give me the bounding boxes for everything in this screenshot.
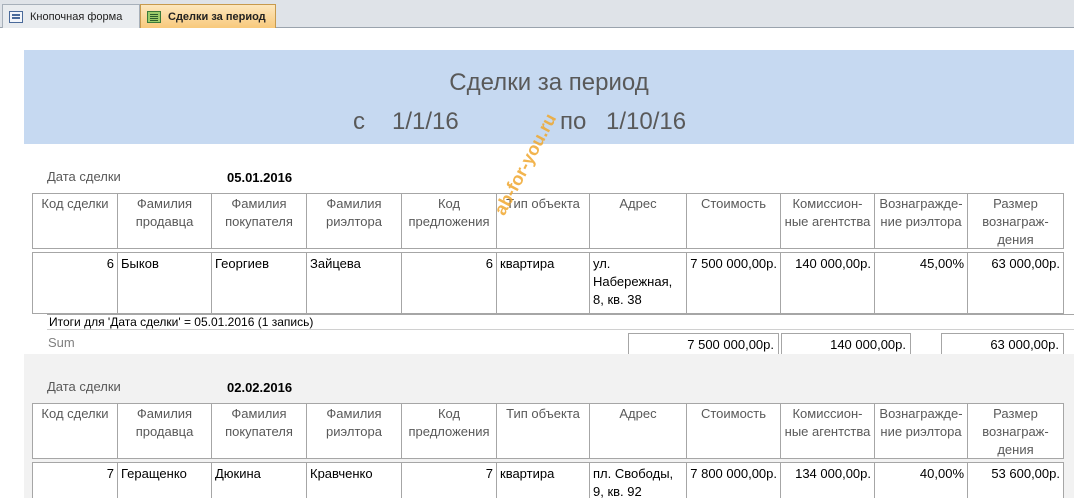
col-header-seller: Фамилия продавца: [117, 403, 212, 459]
document-tab-bar: Кнопочная форма Сделки за период: [0, 0, 1074, 28]
report-icon: [147, 10, 161, 23]
period-from-label: с: [353, 108, 365, 135]
cell-object-type: квартира: [496, 252, 590, 314]
cell-object-type: квартира: [496, 462, 590, 498]
col-header-offer-code: Код предложения: [401, 193, 497, 249]
cell-buyer: Дюкина: [211, 462, 307, 498]
col-header-cost: Стоимость: [686, 193, 781, 249]
col-header-reward-amount: Размер вознаграж- дения: [967, 403, 1064, 459]
col-header-cost: Стоимость: [686, 403, 781, 459]
tab-label: Сделки за период: [168, 10, 266, 23]
group-date-label: Дата сделки: [47, 169, 121, 184]
period-to-value: 1/10/16: [606, 108, 687, 135]
tab-deals-report[interactable]: Сделки за период: [140, 4, 276, 28]
col-header-address: Адрес: [589, 403, 687, 459]
col-header-buyer: Фамилия покупателя: [211, 403, 307, 459]
cell-realtor-reward: 45,00%: [874, 252, 968, 314]
col-header-realtor-reward: Вознагражде- ние риэлтора: [874, 403, 968, 459]
col-header-offer-code: Код предложения: [401, 403, 497, 459]
cell-cost: 7 800 000,00р.: [686, 462, 781, 498]
sum-label: Sum: [48, 335, 75, 350]
group-date-label: Дата сделки: [47, 379, 121, 394]
cell-deal-code: 7: [32, 462, 118, 498]
cell-reward-amount: 63 000,00р.: [967, 252, 1064, 314]
col-header-deal-code: Код сделки: [32, 403, 118, 459]
cell-offer-code: 7: [401, 462, 497, 498]
col-header-commission: Комиссион- ные агентства: [780, 193, 875, 249]
sum-cost: 7 500 000,00р.: [628, 333, 779, 355]
cell-offer-code: 6: [401, 252, 497, 314]
col-header-realtor-reward: Вознагражде- ние риэлтора: [874, 193, 968, 249]
cell-commission: 140 000,00р.: [780, 252, 875, 314]
cell-reward-amount: 53 600,00р.: [967, 462, 1064, 498]
cell-seller: Быков: [117, 252, 212, 314]
sum-reward: 63 000,00р.: [941, 333, 1064, 355]
col-header-realtor: Фамилия риэлтора: [306, 193, 402, 249]
period-from-value: 1/1/16: [392, 108, 459, 135]
col-header-object-type: Тип объекта: [496, 403, 590, 459]
col-header-address: Адрес: [589, 193, 687, 249]
cell-seller: Геращенко: [117, 462, 212, 498]
col-header-buyer: Фамилия покупателя: [211, 193, 307, 249]
col-header-reward-amount: Размер вознаграж- дения: [967, 193, 1064, 249]
cell-realtor: Зайцева: [306, 252, 402, 314]
col-header-commission: Комиссион- ные агентства: [780, 403, 875, 459]
form-icon: [9, 10, 23, 23]
group-date-value: 02.02.2016: [227, 380, 293, 395]
cell-address: пл. Свободы, 9, кв. 92: [589, 462, 687, 498]
sum-commission: 140 000,00р.: [781, 333, 911, 355]
cell-cost: 7 500 000,00р.: [686, 252, 781, 314]
col-header-seller: Фамилия продавца: [117, 193, 212, 249]
cell-address: ул. Набережная, 8, кв. 38: [589, 252, 687, 314]
tab-label: Кнопочная форма: [30, 10, 123, 23]
tab-switchboard-form[interactable]: Кнопочная форма: [2, 4, 140, 28]
col-header-deal-code: Код сделки: [32, 193, 118, 249]
col-header-realtor: Фамилия риэлтора: [306, 403, 402, 459]
period-to-label: по: [560, 108, 587, 135]
cell-deal-code: 6: [32, 252, 118, 314]
report-view: Сделки за период с 1/1/16 по 1/10/16 Дат…: [0, 29, 1074, 498]
cell-realtor-reward: 40,00%: [874, 462, 968, 498]
divider: [47, 329, 1074, 330]
report-title: Сделки за период: [449, 69, 649, 96]
cell-commission: 134 000,00р.: [780, 462, 875, 498]
group-date-value: 05.01.2016: [227, 170, 293, 185]
cell-buyer: Георгиев: [211, 252, 307, 314]
cell-realtor: Кравченко: [306, 462, 402, 498]
